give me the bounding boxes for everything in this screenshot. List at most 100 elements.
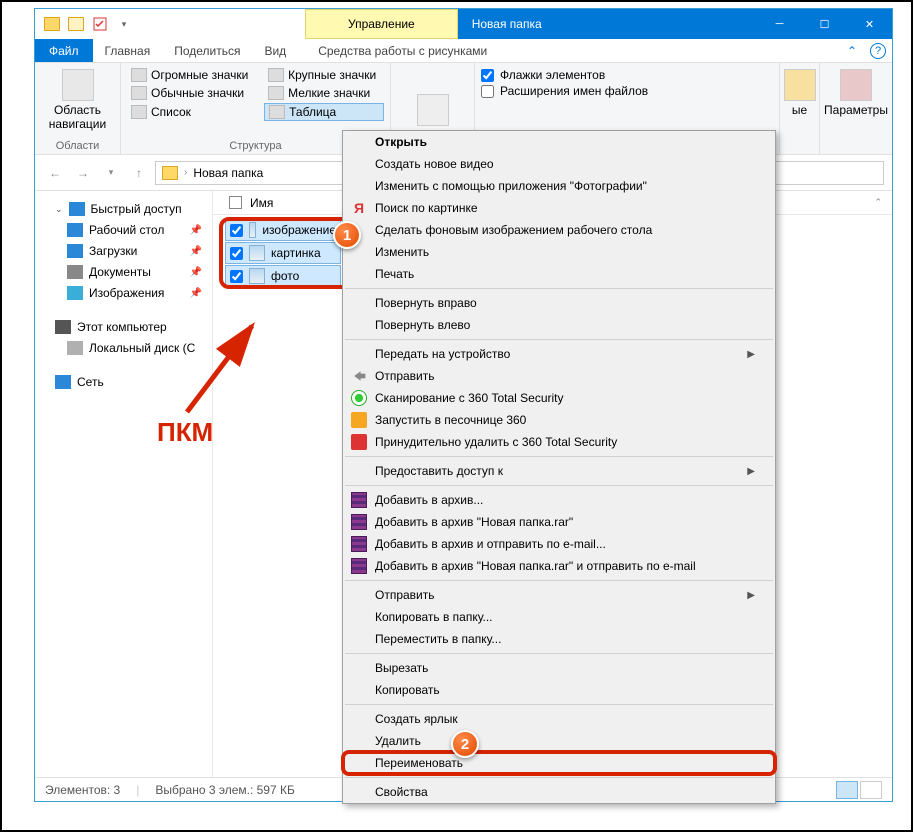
- column-name[interactable]: Имя: [250, 196, 273, 210]
- breadcrumb-segment[interactable]: Новая папка: [193, 166, 263, 180]
- 360-icon: [351, 390, 367, 406]
- options-icon: [840, 69, 872, 101]
- quick-access-toolbar: ▾: [35, 9, 135, 39]
- cm-cut[interactable]: Вырезать: [343, 657, 775, 679]
- options-button[interactable]: Параметры: [826, 67, 886, 119]
- quick-access-header[interactable]: ⌄Быстрый доступ: [35, 199, 212, 219]
- sidebar-item-downloads[interactable]: Загрузки📌: [35, 241, 212, 261]
- share-icon: [351, 368, 367, 384]
- pin-icon: 📌: [190, 267, 202, 278]
- cm-edit-photos[interactable]: Изменить с помощью приложения "Фотографи…: [343, 175, 775, 197]
- annotation-badge-2: 2: [451, 730, 479, 758]
- cm-rotate-left[interactable]: Повернуть влево: [343, 314, 775, 336]
- cm-send-to[interactable]: Отправить▶: [343, 584, 775, 606]
- view-tab[interactable]: Вид: [252, 39, 298, 62]
- hidden-items-icon: [784, 69, 816, 101]
- cm-delete[interactable]: Удалить: [343, 730, 775, 752]
- ribbon-collapse-icon[interactable]: ⌃: [840, 39, 864, 62]
- picture-tools-tab[interactable]: Средства работы с рисунками: [306, 39, 499, 62]
- qat-dropdown-icon[interactable]: ▾: [113, 13, 135, 35]
- back-button[interactable]: ←: [43, 161, 67, 185]
- cm-rename[interactable]: Переименовать: [343, 752, 775, 774]
- cm-properties[interactable]: Свойства: [343, 781, 775, 803]
- rar-icon: [351, 558, 367, 574]
- pc-icon: [55, 320, 71, 334]
- sidebar-item-network[interactable]: Сеть: [35, 372, 212, 392]
- file-checkbox[interactable]: [230, 224, 243, 237]
- view-details[interactable]: Таблица: [264, 103, 384, 121]
- file-extensions-checkbox[interactable]: [481, 85, 494, 98]
- file-name: картинка: [271, 246, 321, 260]
- cm-rotate-right[interactable]: Повернуть вправо: [343, 292, 775, 314]
- cm-sandbox-360[interactable]: Запустить в песочнице 360: [343, 409, 775, 431]
- cm-grant-access[interactable]: Предоставить доступ к▶: [343, 460, 775, 482]
- normal-icons-icon: [131, 86, 147, 100]
- huge-icons-icon: [131, 68, 147, 82]
- titlebar: ▾ Управление Новая папка ─ ☐ ✕: [35, 9, 892, 39]
- cm-copy-to-folder[interactable]: Копировать в папку...: [343, 606, 775, 628]
- file-row[interactable]: фото: [225, 265, 341, 287]
- close-button[interactable]: ✕: [847, 9, 892, 39]
- share-tab[interactable]: Поделиться: [162, 39, 252, 62]
- thumbnails-view-button[interactable]: [860, 781, 882, 799]
- sidebar-item-localdisk[interactable]: Локальный диск (C: [35, 338, 212, 358]
- file-row[interactable]: картинка: [225, 242, 341, 264]
- window-controls: ─ ☐ ✕: [757, 9, 892, 39]
- cm-new-video[interactable]: Создать новое видео: [343, 153, 775, 175]
- maximize-button[interactable]: ☐: [802, 9, 847, 39]
- cm-print[interactable]: Печать: [343, 263, 775, 285]
- up-button[interactable]: ↑: [127, 161, 151, 185]
- cm-scan-360[interactable]: Сканирование с 360 Total Security: [343, 387, 775, 409]
- cm-add-send-email[interactable]: Добавить в архив и отправить по e-mail..…: [343, 533, 775, 555]
- details-view-button[interactable]: [836, 781, 858, 799]
- item-checkboxes-option[interactable]: Флажки элементов: [481, 67, 773, 83]
- cm-cast[interactable]: Передать на устройство▶: [343, 343, 775, 365]
- image-file-icon: [249, 222, 256, 238]
- large-icons-icon: [268, 68, 284, 82]
- recent-dropdown[interactable]: ▾: [99, 161, 123, 185]
- qat-properties-icon[interactable]: [89, 13, 111, 35]
- folder-icon: [41, 13, 63, 35]
- cm-separator: [345, 653, 773, 654]
- file-tab[interactable]: Файл: [35, 39, 93, 62]
- file-row[interactable]: изображение: [225, 219, 341, 241]
- file-checkbox[interactable]: [230, 247, 243, 260]
- sidebar-item-documents[interactable]: Документы📌: [35, 262, 212, 282]
- cm-separator: [345, 339, 773, 340]
- cm-add-archive[interactable]: Добавить в архив...: [343, 489, 775, 511]
- view-huge-icons[interactable]: Огромные значки: [127, 67, 256, 83]
- view-normal-icons[interactable]: Обычные значки: [127, 85, 256, 101]
- cm-add-rar-send[interactable]: Добавить в архив "Новая папка.rar" и отп…: [343, 555, 775, 577]
- view-small-icons[interactable]: Мелкие значки: [264, 85, 384, 101]
- file-checkbox[interactable]: [230, 270, 243, 283]
- sidebar-item-pictures[interactable]: Изображения📌: [35, 283, 212, 303]
- view-large-icons[interactable]: Крупные значки: [264, 67, 384, 83]
- forward-button[interactable]: →: [71, 161, 95, 185]
- contextual-tab-header[interactable]: Управление: [305, 9, 458, 39]
- cm-search-image[interactable]: ЯПоиск по картинке: [343, 197, 775, 219]
- details-icon: [269, 105, 285, 119]
- cm-add-archive-rar[interactable]: Добавить в архив "Новая папка.rar": [343, 511, 775, 533]
- cm-edit[interactable]: Изменить: [343, 241, 775, 263]
- cm-share[interactable]: Отправить: [343, 365, 775, 387]
- cm-open[interactable]: Открыть: [343, 131, 775, 153]
- chevron-right-icon: ›: [184, 167, 187, 178]
- sidebar-item-desktop[interactable]: Рабочий стол📌: [35, 220, 212, 240]
- cm-create-shortcut[interactable]: Создать ярлык: [343, 708, 775, 730]
- navigation-pane-button[interactable]: Область навигации: [41, 67, 114, 133]
- status-selection: Выбрано 3 элем.: 597 КБ: [155, 783, 295, 797]
- cm-move-to-folder[interactable]: Переместить в папку...: [343, 628, 775, 650]
- file-extensions-option[interactable]: Расширения имен файлов: [481, 83, 773, 99]
- minimize-button[interactable]: ─: [757, 9, 802, 39]
- cm-set-wallpaper[interactable]: Сделать фоновым изображением рабочего ст…: [343, 219, 775, 241]
- home-tab[interactable]: Главная: [93, 39, 163, 62]
- hidden-items-button[interactable]: ые: [786, 67, 813, 119]
- help-icon[interactable]: ?: [870, 43, 886, 59]
- sort-icon[interactable]: [417, 94, 449, 126]
- item-checkboxes-checkbox[interactable]: [481, 69, 494, 82]
- view-list[interactable]: Список: [127, 103, 256, 121]
- select-all-checkbox[interactable]: [229, 196, 242, 209]
- cm-copy[interactable]: Копировать: [343, 679, 775, 701]
- sidebar-item-thispc[interactable]: Этот компьютер: [35, 317, 212, 337]
- cm-force-delete-360[interactable]: Принудительно удалить с 360 Total Securi…: [343, 431, 775, 453]
